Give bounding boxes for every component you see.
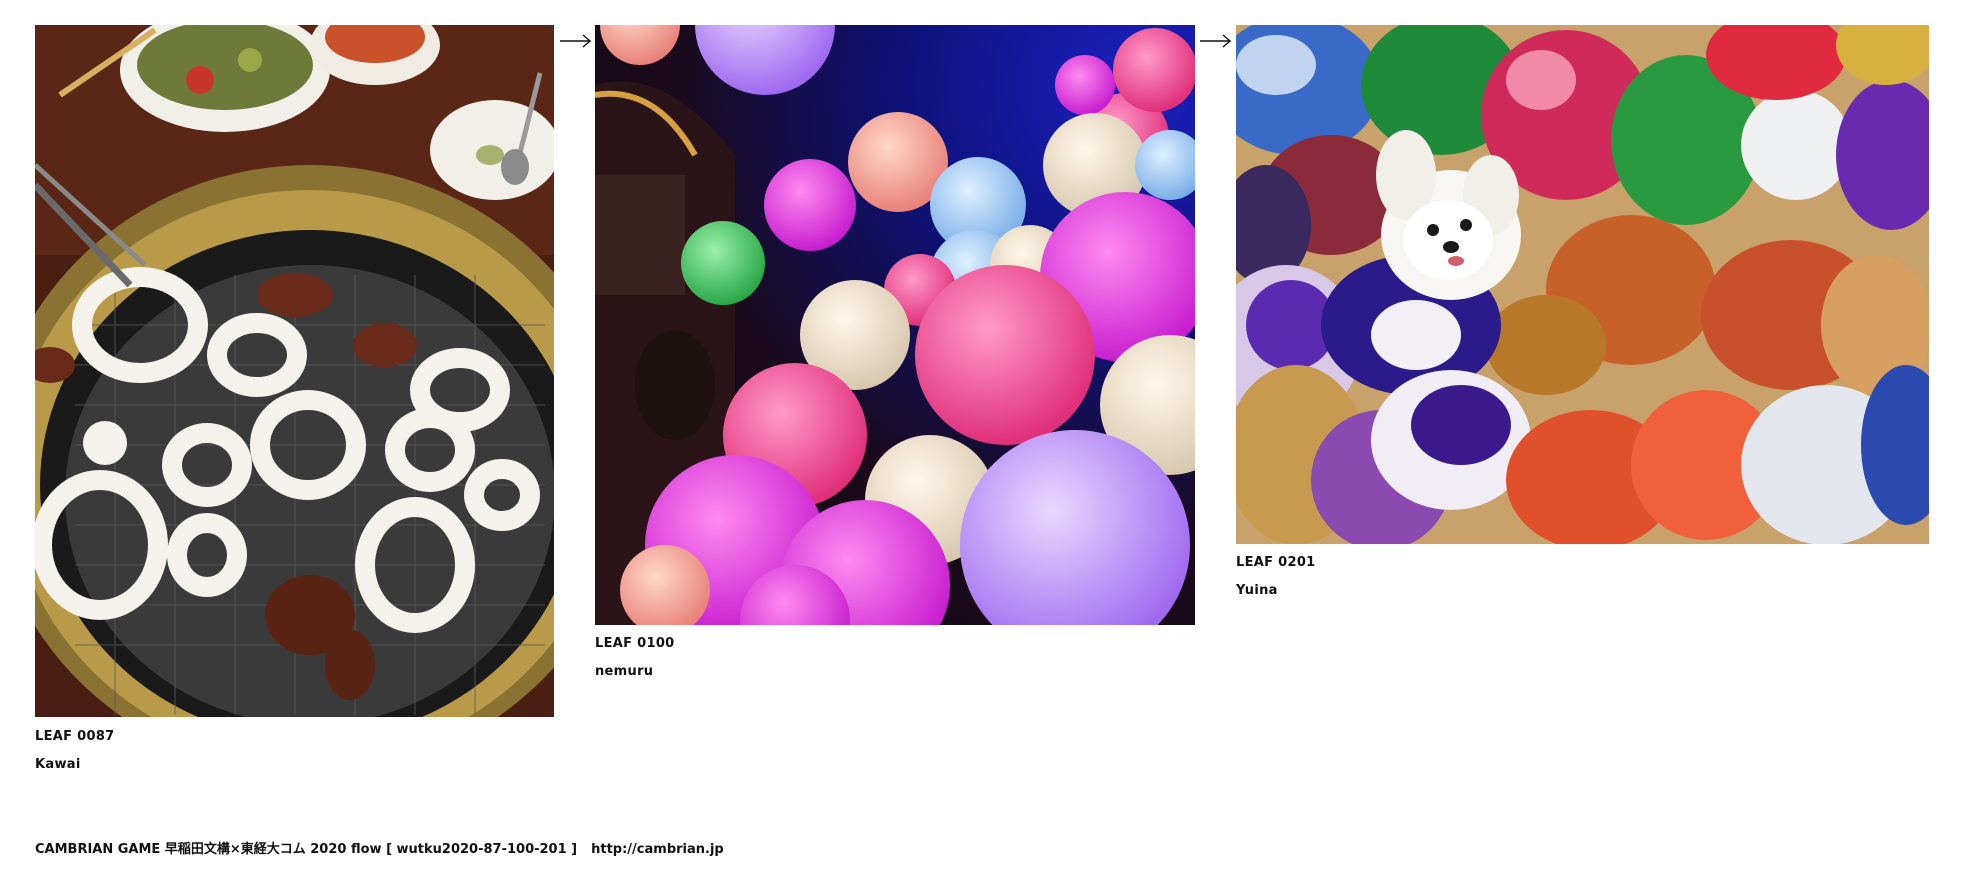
arrow-right-icon [560,34,592,48]
leaf-card-0100: LEAF 0100 nemuru [595,25,1195,679]
footer: CAMBRIAN GAME 早稲田文構×東経大コム 2020 flow [ wu… [35,838,724,857]
leaf-card-0087: LEAF 0087 Kawai [35,25,554,772]
leaf-author-name[interactable]: nemuru [595,664,653,679]
leaf-id-label: LEAF 0201 [1236,555,1316,570]
dog-pompom-photo-illustration [1236,25,1929,544]
leaf-author-name[interactable]: Yuina [1236,583,1278,598]
dog-pompom-photo[interactable] [1236,25,1929,544]
leaf-card-0201: LEAF 0201 Yuina [1236,25,1929,598]
grill-photo[interactable] [35,25,554,717]
leaf-id-label: LEAF 0087 [35,729,115,744]
balloons-photo-illustration [595,25,1195,625]
balloons-photo[interactable] [595,25,1195,625]
leaf-author-name[interactable]: Kawai [35,757,81,772]
leaf-id-label: LEAF 0100 [595,636,675,651]
footer-credit-text: CAMBRIAN GAME 早稲田文構×東経大コム 2020 flow [ wu… [35,842,578,857]
flow-page: LEAF 0087 Kawai LEAF 0100 nemuru LEAF 02… [0,0,1964,872]
arrow-right-icon [1200,34,1232,48]
footer-url-link[interactable]: http://cambrian.jp [591,842,724,857]
grill-photo-illustration [35,25,554,717]
